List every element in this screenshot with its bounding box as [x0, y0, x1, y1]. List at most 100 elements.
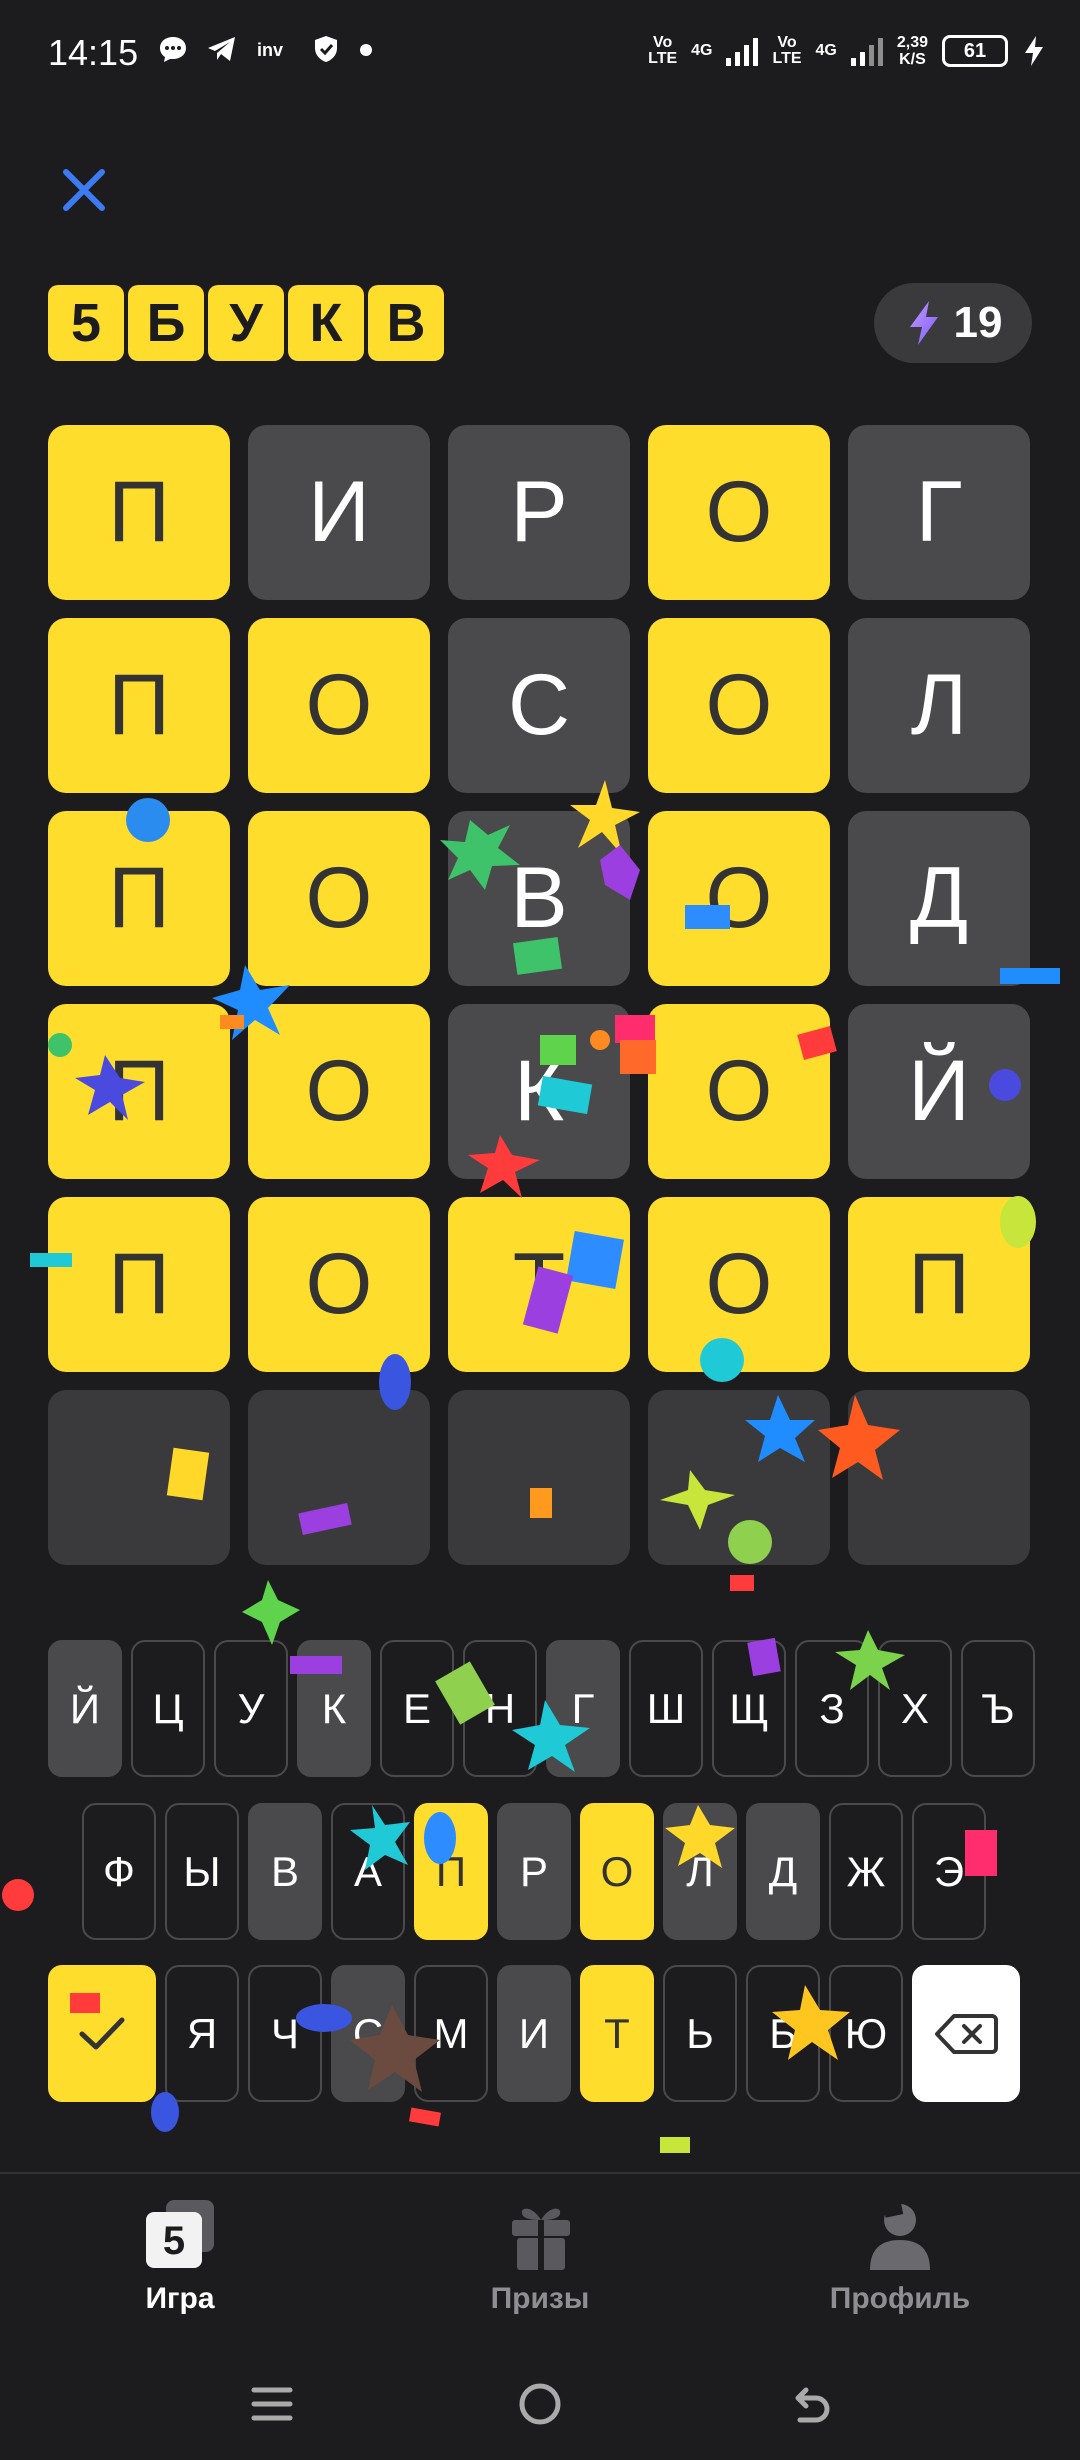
keyboard-key[interactable]: Ю — [829, 1965, 903, 2102]
volte-top: Vo — [652, 34, 673, 51]
profile-icon — [870, 2200, 930, 2270]
energy-badge[interactable]: 19 — [874, 283, 1032, 363]
keyboard-key[interactable]: Г — [546, 1640, 620, 1777]
nav-label-prizes: Призы — [490, 2282, 590, 2315]
keyboard-key[interactable]: В — [248, 1803, 322, 1940]
back-button[interactable] — [778, 2374, 838, 2434]
recents-button[interactable] — [242, 2374, 302, 2434]
logo-letter: Б — [128, 285, 204, 361]
submit-key[interactable] — [48, 1965, 156, 2102]
keyboard-key[interactable]: Ч — [248, 1965, 322, 2102]
dot-icon — [360, 44, 372, 56]
board-cell — [648, 1390, 830, 1565]
gift-icon — [512, 2208, 570, 2270]
nav-item-game[interactable]: 5 Игра — [70, 2198, 290, 2316]
board-cell: Р — [448, 425, 630, 600]
keyboard-key[interactable]: Ш — [629, 1640, 703, 1777]
bottom-navigation: 5 Игра Призы Профиль — [0, 2172, 1080, 2342]
close-button[interactable] — [56, 162, 112, 218]
keyboard-key[interactable]: Х — [878, 1640, 952, 1777]
keyboard-key[interactable]: Б — [746, 1965, 820, 2102]
network-speed: 2,39 K/S — [897, 34, 928, 68]
board-cell: О — [248, 811, 430, 986]
battery-icon: 61 — [942, 35, 1008, 67]
app-screen: 14:15 inv Vo LTE 4G Vo LTE 4G 2,39 K/S 6… — [0, 0, 1080, 2460]
keyboard-key[interactable]: Д — [746, 1803, 820, 1940]
board-cell: О — [648, 1004, 830, 1179]
keyboard-key[interactable]: М — [414, 1965, 488, 2102]
home-button[interactable] — [510, 2374, 570, 2434]
volte-indicator-2: Vo LTE — [772, 35, 801, 67]
shield-icon — [315, 36, 337, 62]
keyboard-key[interactable]: Ф — [82, 1803, 156, 1940]
nav-label-profile: Профиль — [829, 2282, 971, 2315]
keyboard-key[interactable]: П — [414, 1803, 488, 1940]
board-cell: О — [648, 618, 830, 793]
keyboard-key[interactable]: Ж — [829, 1803, 903, 1940]
network-gen-label: 4G — [691, 42, 713, 59]
board-cell: К — [448, 1004, 630, 1179]
checkmark-icon — [79, 2017, 125, 2049]
keyboard-key[interactable]: З — [795, 1640, 869, 1777]
keyboard-key[interactable]: Э — [912, 1803, 986, 1940]
svg-text:inv: inv — [257, 40, 283, 60]
close-icon — [63, 169, 105, 211]
keyboard-key[interactable]: А — [331, 1803, 405, 1940]
keyboard-key[interactable]: О — [580, 1803, 654, 1940]
board-cell: Й — [848, 1004, 1030, 1179]
keyboard-key[interactable]: Ц — [131, 1640, 205, 1777]
board-cell — [248, 1390, 430, 1565]
status-time: 14:15 — [48, 32, 139, 73]
network-gen-2: 4G — [816, 43, 837, 59]
board-cell: Л — [848, 618, 1030, 793]
network-gen: 4G — [691, 43, 712, 59]
keyboard-key[interactable]: Ы — [165, 1803, 239, 1940]
keyboard-key[interactable]: Щ — [712, 1640, 786, 1777]
backspace-key[interactable] — [912, 1965, 1020, 2102]
board-cell — [848, 1390, 1030, 1565]
speed-value: 2,39 — [896, 34, 928, 51]
board-cell: И — [248, 425, 430, 600]
keyboard-key[interactable]: У — [214, 1640, 288, 1777]
keyboard-key[interactable]: Я — [165, 1965, 239, 2102]
nav-item-profile[interactable]: Профиль — [790, 2198, 1010, 2316]
back-icon — [795, 2387, 830, 2423]
board-cell: П — [48, 1197, 230, 1372]
chat-icon — [160, 37, 186, 62]
keyboard-key[interactable]: Й — [48, 1640, 122, 1777]
volte-bottom: LTE — [648, 50, 678, 67]
keyboard-key[interactable]: Ъ — [961, 1640, 1035, 1777]
backspace-icon — [935, 2013, 998, 2054]
board-cell: П — [848, 1197, 1030, 1372]
status-right-group: Vo LTE 4G Vo LTE 4G 2,39 K/S 61 — [648, 34, 1046, 68]
keyboard-key[interactable]: Р — [497, 1803, 571, 1940]
nav-item-prizes[interactable]: Призы — [430, 2198, 650, 2316]
network-gen-label-2: 4G — [815, 42, 837, 59]
board-cell: Д — [848, 811, 1030, 986]
keyboard-key[interactable]: К — [297, 1640, 371, 1777]
nav-label-game: Игра — [145, 2282, 215, 2315]
investments-icon: inv — [257, 40, 283, 60]
logo-letter: 5 — [48, 285, 124, 361]
keyboard-row-2: ФЫВАПРОЛДЖЭ — [82, 1803, 986, 1940]
game-icon-digit: 5 — [163, 2219, 185, 2263]
board-cell: О — [648, 425, 830, 600]
keyboard-key[interactable]: Е — [380, 1640, 454, 1777]
keyboard-key[interactable]: Н — [463, 1640, 537, 1777]
keyboard-key[interactable]: С — [331, 1965, 405, 2102]
logo-letter: У — [208, 285, 284, 361]
board-cell: О — [248, 618, 430, 793]
keyboard-row-3: ЯЧСМИТЬБЮ — [48, 1965, 1020, 2102]
keyboard-key[interactable]: Л — [663, 1803, 737, 1940]
board-cell: В — [448, 811, 630, 986]
charging-icon — [1025, 36, 1043, 66]
keyboard-key[interactable]: Т — [580, 1965, 654, 2102]
keyboard-key[interactable]: Ь — [663, 1965, 737, 2102]
volte-indicator: Vo LTE — [648, 35, 677, 67]
board-cell: П — [48, 1004, 230, 1179]
board-cell: П — [48, 425, 230, 600]
logo-letter: В — [368, 285, 444, 361]
keyboard-key[interactable]: И — [497, 1965, 571, 2102]
board-cell: О — [648, 811, 830, 986]
game-logo: 5 Б У К В — [48, 285, 444, 361]
